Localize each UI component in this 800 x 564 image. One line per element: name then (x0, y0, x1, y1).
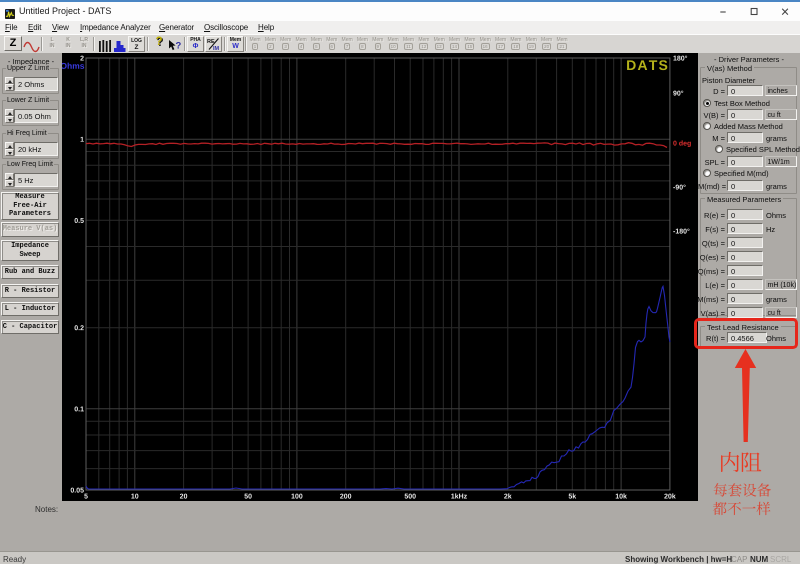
svg-text:?: ? (176, 41, 182, 52)
svg-text:IM: IM (213, 46, 220, 51)
